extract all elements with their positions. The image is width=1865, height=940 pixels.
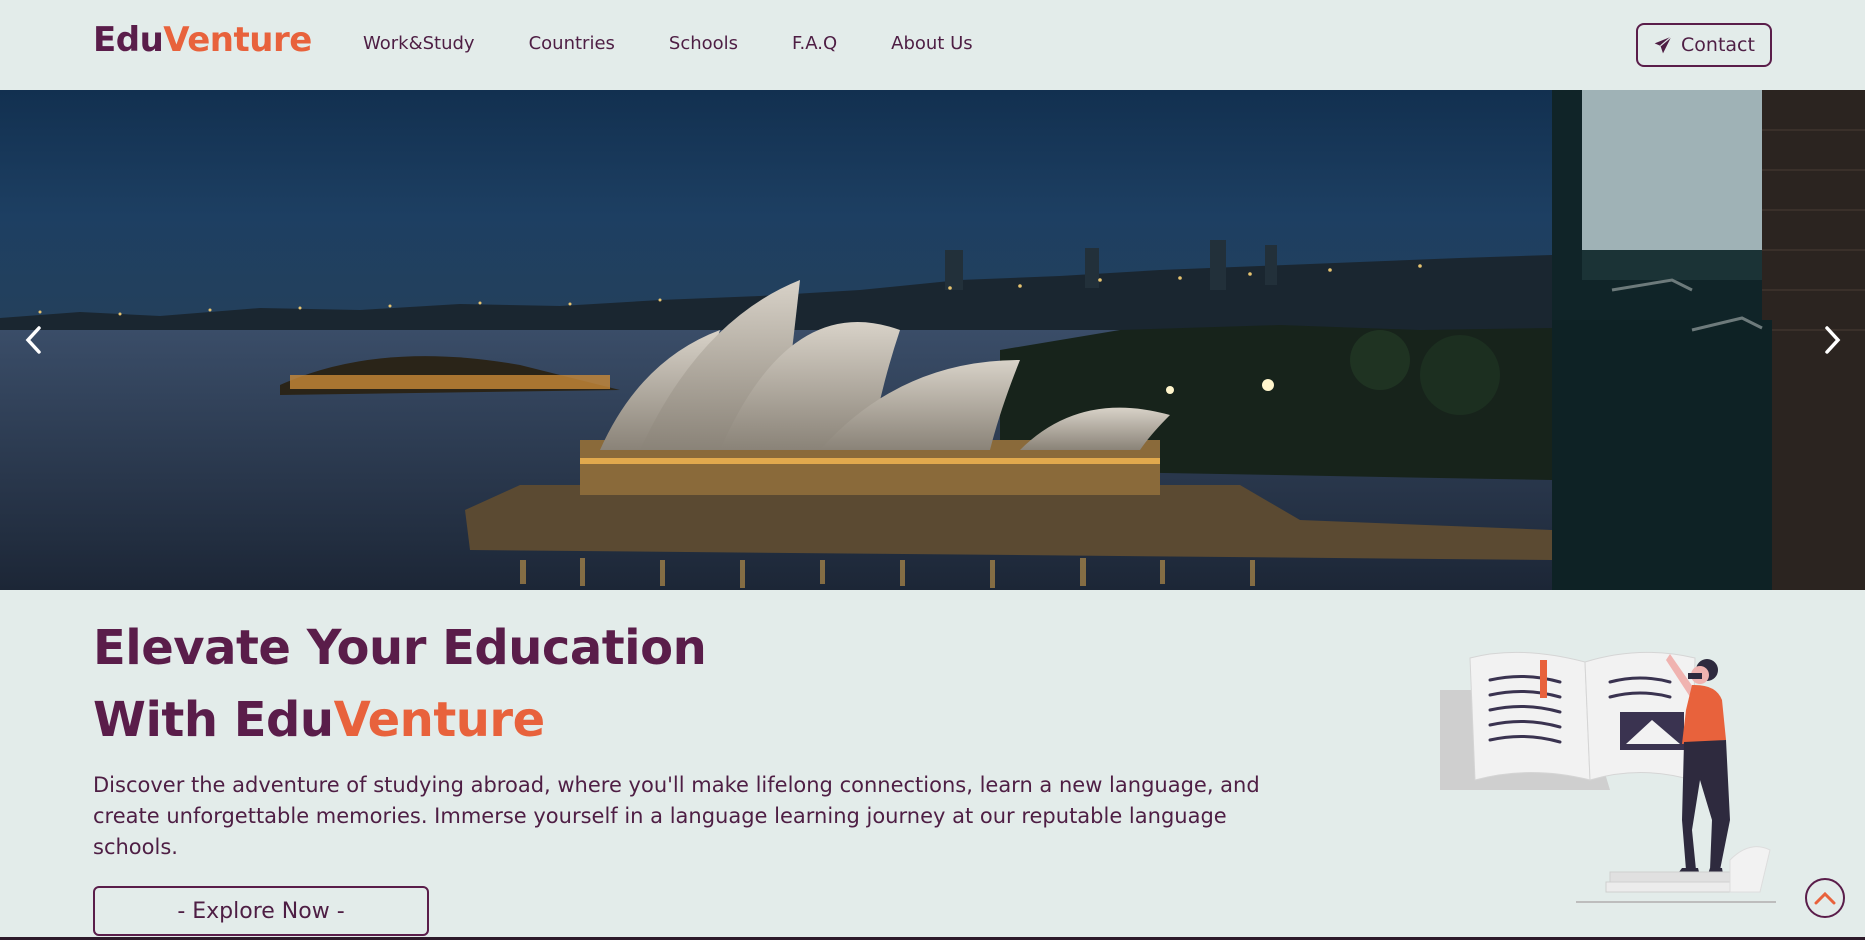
- chevron-up-icon: [1814, 891, 1836, 905]
- nav-link-faq[interactable]: F.A.Q: [792, 33, 837, 54]
- hero-title-line2: With EduVenture: [93, 692, 545, 748]
- carousel-next-button[interactable]: [1812, 320, 1852, 360]
- nav-link-work-study[interactable]: Work&Study: [363, 33, 475, 54]
- hero-title-brand-edu: Edu: [233, 692, 334, 748]
- hero-carousel: [0, 90, 1865, 590]
- nav-link-schools[interactable]: Schools: [669, 33, 738, 54]
- logo-part-edu: Edu: [93, 20, 164, 60]
- paper-plane-icon: [1654, 36, 1672, 54]
- site-header: EduVenture Work&Study Countries Schools …: [0, 0, 1865, 90]
- slide-image-sydney-opera-house: [0, 90, 1552, 590]
- chevron-right-icon: [1825, 326, 1841, 354]
- hero-description: Discover the adventure of studying abroa…: [93, 773, 1260, 859]
- logo[interactable]: EduVenture: [93, 20, 312, 60]
- nav-link-about-us[interactable]: About Us: [891, 33, 973, 54]
- hero-title-brand-venture: Venture: [333, 692, 546, 748]
- main-nav: Work&Study Countries Schools F.A.Q About…: [363, 33, 1027, 54]
- chevron-left-icon: [25, 326, 41, 354]
- nav-link-countries[interactable]: Countries: [529, 33, 615, 54]
- explore-now-button[interactable]: - Explore Now -: [93, 886, 429, 936]
- contact-button-label: Contact: [1681, 34, 1755, 56]
- hero-title-line1: Elevate Your Education: [93, 620, 707, 676]
- scroll-to-top-button[interactable]: [1805, 878, 1845, 918]
- reading-book-illustration: [1440, 651, 1776, 903]
- contact-button[interactable]: Contact: [1636, 23, 1772, 67]
- hero-title-prefix: With: [93, 692, 234, 748]
- carousel-prev-button[interactable]: [14, 320, 54, 360]
- logo-part-venture: Venture: [163, 20, 312, 60]
